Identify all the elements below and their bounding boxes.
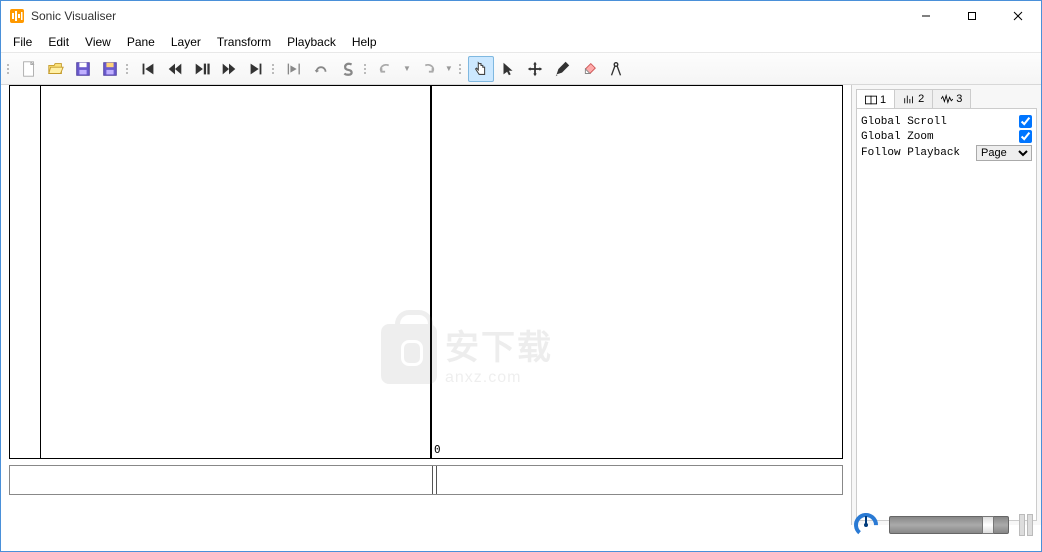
redo-button[interactable] — [415, 56, 441, 82]
playback-speed-dial[interactable] — [853, 512, 879, 538]
draw-tool-button[interactable] — [549, 56, 575, 82]
main-pane[interactable]: 0 — [9, 85, 843, 459]
menu-edit[interactable]: Edit — [40, 33, 77, 51]
save-button[interactable] — [70, 56, 96, 82]
global-scroll-label: Global Scroll — [861, 116, 1015, 128]
waveform-icon — [941, 94, 953, 104]
titlebar: Sonic Visualiser — [1, 1, 1041, 31]
level-meters — [1019, 514, 1033, 536]
volume-thumb[interactable] — [982, 516, 994, 534]
tab-pane-1[interactable]: 1 — [856, 89, 895, 109]
window-controls — [903, 1, 1041, 31]
save-as-button[interactable] — [97, 56, 123, 82]
time-zero-label: 0 — [434, 443, 441, 456]
toolbar-grip[interactable] — [459, 58, 465, 80]
volume-slider[interactable] — [889, 516, 1009, 534]
layer-property-panel: 1 2 3 Global Scroll Global Zoom Follow P… — [851, 85, 1041, 525]
tab-label-2: 2 — [918, 93, 924, 105]
tab-label-1: 1 — [880, 94, 886, 106]
ruler-icon — [903, 94, 915, 104]
tab-waveform-3[interactable]: 3 — [932, 89, 971, 109]
global-scroll-checkbox[interactable] — [1019, 115, 1032, 128]
app-icon — [9, 8, 25, 24]
pane-icon — [865, 95, 877, 105]
close-button[interactable] — [995, 1, 1041, 31]
redo-dropdown-icon[interactable]: ▼ — [442, 64, 456, 73]
menu-playback[interactable]: Playback — [279, 33, 344, 51]
open-button[interactable] — [43, 56, 69, 82]
toolbar-grip[interactable] — [364, 58, 370, 80]
tab-ruler-2[interactable]: 2 — [894, 89, 933, 109]
global-zoom-checkbox[interactable] — [1019, 130, 1032, 143]
new-button[interactable] — [16, 56, 42, 82]
maximize-button[interactable] — [949, 1, 995, 31]
select-tool-button[interactable] — [495, 56, 521, 82]
menu-file[interactable]: File — [5, 33, 40, 51]
toolbar-grip[interactable] — [7, 58, 13, 80]
skip-end-button[interactable] — [243, 56, 269, 82]
menubar: File Edit View Pane Layer Transform Play… — [1, 31, 1041, 53]
minimize-button[interactable] — [903, 1, 949, 31]
pane-area: 0 安下载 anxz.com — [1, 85, 851, 525]
fast-forward-button[interactable] — [216, 56, 242, 82]
solo-button[interactable] — [335, 56, 361, 82]
navigate-tool-button[interactable] — [468, 56, 494, 82]
menu-layer[interactable]: Layer — [163, 33, 209, 51]
overview-cursor[interactable] — [432, 466, 437, 494]
playhead-cursor[interactable] — [430, 86, 432, 458]
undo-dropdown-icon[interactable]: ▼ — [400, 64, 414, 73]
pane-left-margin-line — [40, 86, 41, 458]
undo-button[interactable] — [373, 56, 399, 82]
move-tool-button[interactable] — [522, 56, 548, 82]
play-pause-button[interactable] — [189, 56, 215, 82]
rewind-button[interactable] — [162, 56, 188, 82]
play-selection-button[interactable] — [281, 56, 307, 82]
toolbar-grip[interactable] — [272, 58, 278, 80]
global-zoom-label: Global Zoom — [861, 131, 1015, 143]
window-title: Sonic Visualiser — [31, 9, 1033, 23]
skip-start-button[interactable] — [135, 56, 161, 82]
erase-tool-button[interactable] — [576, 56, 602, 82]
loop-button[interactable] — [308, 56, 334, 82]
main-area: 0 安下载 anxz.com 1 2 3 — [1, 85, 1041, 525]
menu-view[interactable]: View — [77, 33, 119, 51]
layer-tabs: 1 2 3 — [856, 89, 1037, 109]
toolbar-grip[interactable] — [126, 58, 132, 80]
follow-playback-label: Follow Playback — [861, 147, 976, 159]
menu-transform[interactable]: Transform — [209, 33, 279, 51]
bottom-playback-controls — [853, 511, 1033, 539]
measure-tool-button[interactable] — [603, 56, 629, 82]
layer-properties: Global Scroll Global Zoom Follow Playbac… — [856, 108, 1037, 521]
toolbar: ▼ ▼ — [1, 53, 1041, 85]
menu-help[interactable]: Help — [344, 33, 385, 51]
menu-pane[interactable]: Pane — [119, 33, 163, 51]
follow-playback-select[interactable]: Page — [976, 145, 1032, 161]
overview-pane[interactable] — [9, 465, 843, 495]
tab-label-3: 3 — [956, 93, 962, 105]
